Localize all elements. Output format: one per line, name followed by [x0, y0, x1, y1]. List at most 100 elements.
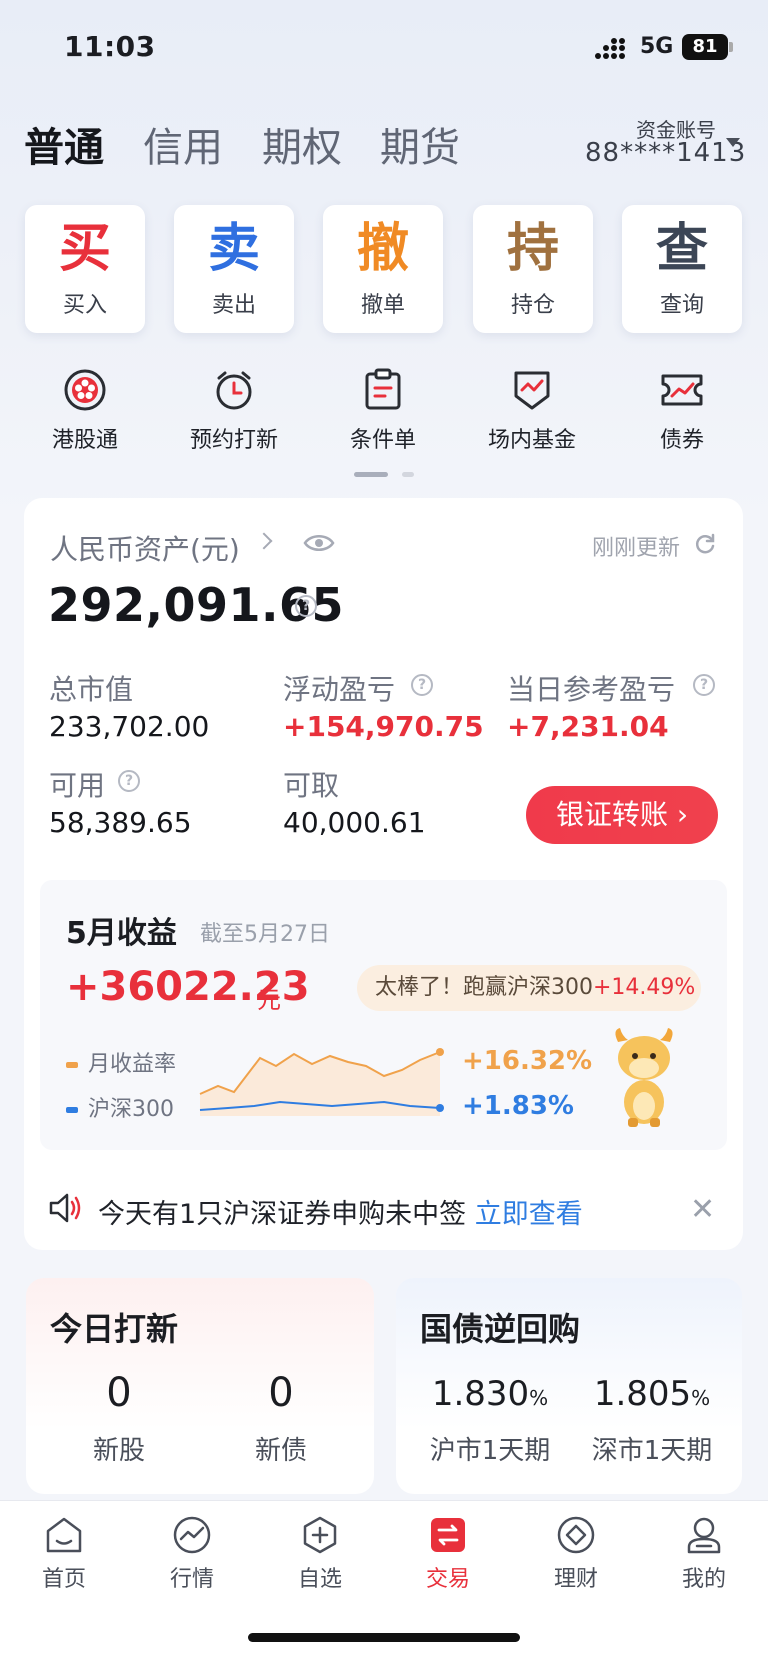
legend-return-label: 月收益率 — [88, 1052, 177, 1077]
monthly-return-pct: +16.32% — [462, 1046, 593, 1076]
daily-pl-label: 当日参考盈亏 — [507, 673, 676, 706]
new-bond-count: 0 — [268, 1370, 294, 1416]
shortcut-label: 预约打新 — [189, 428, 278, 453]
shortcut-conditional-order[interactable]: 条件单 — [308, 368, 458, 454]
tab-credit[interactable]: 信用 — [143, 115, 223, 173]
floating-pl-label: 浮动盈亏 — [283, 673, 396, 706]
nav-profile[interactable]: 我的 — [640, 1515, 768, 1593]
tab-normal[interactable]: 普通 — [24, 115, 104, 173]
market-value: 233,702.00 — [49, 710, 210, 743]
alarm-clock-icon — [216, 371, 252, 410]
return-endpoint — [436, 1048, 444, 1056]
positions-label: 持仓 — [510, 293, 555, 318]
network-type: 5G — [640, 34, 674, 59]
page-indicator — [402, 472, 414, 477]
index-endpoint — [436, 1104, 444, 1112]
notice-text: 今天有1只沪深证券申购未中签 — [98, 1199, 467, 1230]
positions-glyph: 持 — [506, 219, 559, 279]
nav-home[interactable]: 首页 — [0, 1515, 128, 1593]
ticket-chart-icon — [661, 374, 703, 406]
battery-icon: 81 — [682, 34, 728, 60]
daily-pl-value: +7,231.04 — [507, 710, 669, 743]
help-icon[interactable]: ? — [118, 770, 140, 792]
nav-label: 自选 — [297, 1567, 342, 1592]
trade-icon — [431, 1518, 465, 1552]
account-number[interactable]: 88****1413 — [585, 138, 746, 168]
account-dropdown-icon[interactable] — [726, 138, 740, 147]
ipo-title: 今日打新 — [50, 1310, 179, 1348]
home-icon — [46, 1517, 82, 1553]
shortcut-label: 场内基金 — [487, 428, 576, 453]
shortcut-etf[interactable]: 场内基金 — [457, 368, 607, 454]
sell-glyph: 卖 — [207, 219, 260, 279]
bubble-text: 太棒了！跑赢沪深300 — [375, 975, 593, 1000]
legend-index-label: 沪深300 — [88, 1097, 174, 1122]
query-button[interactable]: 查 查询 — [622, 205, 742, 333]
home-indicator[interactable] — [248, 1633, 520, 1642]
sz-repo-rate-unit: % — [691, 1386, 711, 1410]
withdrawable-label: 可取 — [283, 769, 340, 802]
shortcut-ipo-booking[interactable]: 预约打新 — [159, 368, 309, 454]
asset-title[interactable]: 人民币资产(元) — [50, 528, 240, 568]
close-icon[interactable]: ✕ — [690, 1192, 715, 1227]
shortcut-bonds[interactable]: 债券 — [607, 368, 757, 454]
legend-return: 月收益率 — [66, 1046, 176, 1078]
sell-button[interactable]: 卖 卖出 — [174, 205, 294, 333]
update-status: 刚刚更新 — [592, 536, 681, 561]
battery-tip — [729, 42, 733, 52]
notice-link[interactable]: 立即查看 — [475, 1199, 583, 1230]
nav-trade[interactable]: 交易 — [384, 1515, 512, 1593]
cancel-order-button[interactable]: 撤 撤单 — [323, 205, 443, 333]
buy-glyph: 买 — [58, 219, 111, 279]
bubble-highlight: +14.49% — [593, 975, 696, 1000]
sh-repo-rate: 1.830% — [410, 1374, 570, 1414]
shield-chart-icon — [514, 371, 550, 410]
sz-repo-label: 深市1天期 — [591, 1436, 713, 1466]
sell-label: 卖出 — [211, 293, 256, 318]
tab-futures[interactable]: 期货 — [380, 115, 460, 173]
shortcut-label: 债券 — [659, 428, 704, 453]
bank-transfer-button[interactable]: 银证转账 › — [526, 786, 718, 844]
nav-label: 理财 — [553, 1567, 598, 1592]
watchlist-icon — [303, 1516, 337, 1554]
legend-index: 沪深300 — [66, 1091, 174, 1123]
eye-icon[interactable] — [303, 533, 335, 553]
shortcut-hk-connect[interactable]: 港股通 — [10, 368, 160, 454]
monthly-earnings-unit: 元 — [257, 986, 281, 1014]
query-label: 查询 — [659, 293, 704, 318]
query-glyph: 查 — [655, 219, 708, 279]
withdrawable-value: 40,000.61 — [283, 806, 426, 839]
buy-button[interactable]: 买 买入 — [25, 205, 145, 333]
outperform-bubble: 太棒了！跑赢沪深300+14.49% — [357, 965, 701, 1011]
sparkline-chart — [199, 1048, 444, 1116]
new-stock-count: 0 — [106, 1370, 132, 1416]
sh-repo-rate-unit: % — [529, 1386, 549, 1410]
index-return-pct: +1.83% — [462, 1091, 574, 1121]
sh-repo-rate-value: 1.830 — [431, 1374, 530, 1414]
nav-wealth[interactable]: 理财 — [512, 1515, 640, 1593]
nav-label: 我的 — [681, 1567, 726, 1592]
new-stock-label: 新股 — [92, 1436, 145, 1466]
bull-mascot-icon — [615, 1028, 673, 1127]
sz-repo-rate: 1.805% — [572, 1374, 732, 1414]
clipboard-icon — [365, 368, 401, 410]
refresh-icon[interactable] — [694, 533, 716, 555]
new-bond-label: 新债 — [254, 1436, 307, 1466]
help-icon[interactable]: ? — [295, 595, 317, 617]
tab-options[interactable]: 期权 — [262, 115, 342, 173]
floating-pl-value: +154,970.75 — [283, 710, 484, 743]
cancel-label: 撤单 — [360, 293, 405, 318]
help-icon[interactable]: ? — [411, 674, 433, 696]
legend-return-swatch — [66, 1062, 78, 1068]
speaker-icon — [49, 1193, 81, 1223]
market-value-label: 总市值 — [49, 673, 134, 706]
help-icon[interactable]: ? — [693, 674, 715, 696]
nav-watchlist[interactable]: 自选 — [256, 1515, 384, 1593]
sh-repo-label: 沪市1天期 — [429, 1436, 551, 1466]
monthly-title: 5月收益 — [66, 916, 177, 951]
shortcut-label: 条件单 — [349, 428, 416, 453]
market-icon — [173, 1516, 211, 1554]
nav-market[interactable]: 行情 — [128, 1515, 256, 1593]
positions-button[interactable]: 持 持仓 — [473, 205, 593, 333]
available-label: 可用 — [49, 769, 106, 802]
